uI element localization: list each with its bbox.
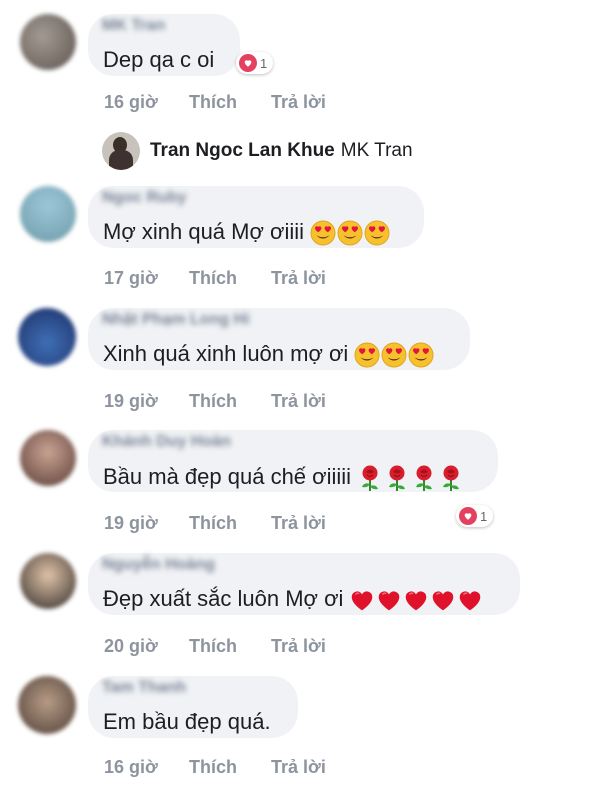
- tagged-mention: MK Tran: [340, 140, 413, 161]
- rose-emoji: [411, 464, 438, 491]
- heart-eyes-emoji: [337, 219, 364, 246]
- red-heart-emoji: [376, 586, 403, 611]
- comment-text-body: Mợ xinh quá Mợ ơiiii: [103, 219, 304, 244]
- comment-time[interactable]: 19 giờ: [104, 391, 158, 412]
- comment-bubble: Nguyễn Hoàng Đẹp xuất sắc luôn Mợ ơi: [88, 553, 520, 615]
- comment-bubble: Nhật Phạm Long Hi Xinh quá xinh luôn mợ …: [88, 308, 470, 370]
- comment-time[interactable]: 16 giờ: [104, 757, 158, 778]
- like-button[interactable]: Thích: [189, 513, 237, 534]
- comment-time[interactable]: 19 giờ: [104, 513, 158, 534]
- heart-eyes-emoji: [408, 341, 435, 368]
- reply-button[interactable]: Trả lời: [271, 636, 326, 657]
- reply-button[interactable]: Trả lời: [271, 268, 326, 289]
- avatar[interactable]: [20, 553, 76, 609]
- tagged-reply-row[interactable]: Tran Ngoc Lan Khue MK Tran: [102, 132, 413, 170]
- red-heart-emoji: [403, 586, 430, 611]
- like-button[interactable]: Thích: [189, 636, 237, 657]
- heart-eyes-emoji: [381, 341, 408, 368]
- reaction-count: 1: [480, 508, 488, 524]
- comment-time[interactable]: 17 giờ: [104, 268, 158, 289]
- author-name[interactable]: Khánh Duy Hoàn: [102, 433, 231, 451]
- author-name[interactable]: Ngoc Ruby: [102, 189, 186, 207]
- comment-text: Bầu mà đẹp quá chế ơiiiii: [103, 464, 465, 492]
- reply-button[interactable]: Trả lời: [271, 513, 326, 534]
- comment-bubble: Ngoc Ruby Mợ xinh quá Mợ ơiiii: [88, 186, 424, 248]
- red-heart-emoji: [430, 586, 457, 611]
- comment-bubble: MK Tran Dep qa c oi: [88, 14, 240, 76]
- heart-eyes-emoji: [354, 341, 381, 368]
- comment-text: Dep qa c oi: [103, 47, 215, 72]
- heart-eyes-emoji: [364, 219, 391, 246]
- reply-button[interactable]: Trả lời: [271, 391, 326, 412]
- comment-text-body: Xinh quá xinh luôn mợ ơi: [103, 341, 349, 366]
- red-heart-emoji: [349, 586, 376, 611]
- like-button[interactable]: Thích: [189, 757, 237, 778]
- comment-text-body: Bầu mà đẹp quá chế ơiiiii: [103, 463, 352, 489]
- like-button[interactable]: Thích: [189, 268, 237, 289]
- like-button[interactable]: Thích: [189, 391, 237, 412]
- comment-text: Đẹp xuất sắc luôn Mợ ơi: [103, 587, 484, 613]
- like-button[interactable]: Thích: [189, 92, 237, 113]
- comment-time[interactable]: 20 giờ: [104, 636, 158, 657]
- avatar[interactable]: [18, 676, 76, 734]
- red-heart-emoji: [457, 586, 484, 611]
- reply-button[interactable]: Trả lời: [271, 757, 326, 778]
- comment-text-body: Đẹp xuất sắc luôn Mợ ơi: [103, 586, 344, 611]
- heart-reaction-icon: [239, 54, 257, 72]
- author-name[interactable]: MK Tran: [102, 17, 165, 35]
- reaction-badge[interactable]: 1: [456, 505, 494, 527]
- comment-text: Em bầu đẹp quá.: [103, 709, 271, 734]
- reaction-badge[interactable]: 1: [236, 52, 274, 74]
- author-name[interactable]: Nhật Phạm Long Hi: [102, 311, 250, 329]
- heart-eyes-emoji: [310, 219, 337, 246]
- emoji-group: [310, 220, 391, 246]
- tagged-user-name[interactable]: Tran Ngoc Lan Khue: [150, 140, 335, 162]
- heart-reaction-icon: [459, 507, 477, 525]
- comment-bubble: Khánh Duy Hoàn Bầu mà đẹp quá chế ơiiiii: [88, 430, 498, 492]
- avatar[interactable]: [20, 186, 76, 242]
- avatar[interactable]: [20, 430, 76, 486]
- comment-time[interactable]: 16 giờ: [104, 92, 158, 113]
- reply-button[interactable]: Trả lời: [271, 92, 326, 113]
- comment-text: Xinh quá xinh luôn mợ ơi: [103, 342, 435, 368]
- comment-bubble: Tam Thanh Em bầu đẹp quá.: [88, 676, 298, 738]
- avatar[interactable]: [18, 308, 76, 366]
- author-name[interactable]: Nguyễn Hoàng: [102, 556, 215, 574]
- rose-emoji: [384, 464, 411, 491]
- emoji-group: [349, 587, 484, 613]
- emoji-group: [354, 342, 435, 368]
- rose-emoji: [357, 464, 384, 491]
- rose-emoji: [438, 464, 465, 491]
- reaction-count: 1: [260, 55, 268, 71]
- author-name[interactable]: Tam Thanh: [102, 679, 186, 697]
- comment-text: Mợ xinh quá Mợ ơiiii: [103, 220, 391, 246]
- emoji-group: [357, 464, 465, 492]
- avatar[interactable]: [20, 14, 76, 70]
- tagged-user-avatar[interactable]: [102, 132, 140, 170]
